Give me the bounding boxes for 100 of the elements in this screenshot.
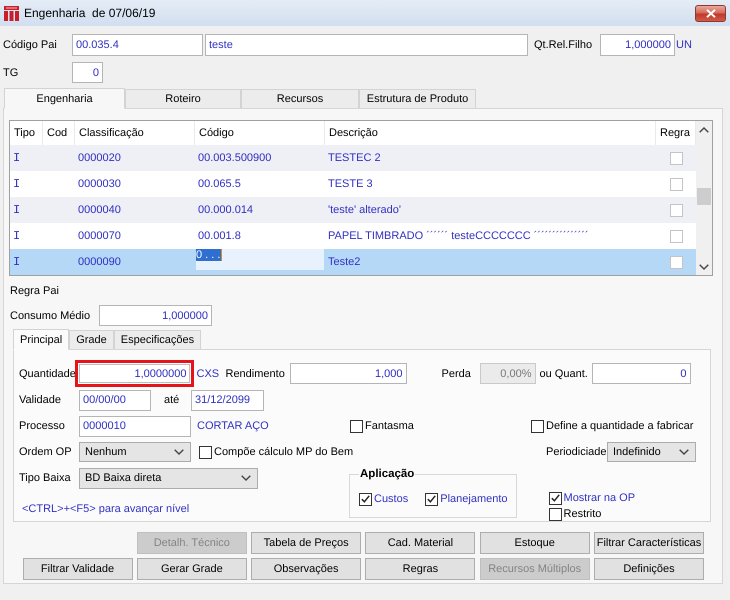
close-icon <box>706 8 716 18</box>
field-label: até <box>164 394 180 406</box>
table-cell-text: 'teste' alterado' <box>327 203 402 218</box>
field-label: Periodiciade <box>546 446 607 458</box>
table-cell-text: TESTEC 2 <box>327 151 382 166</box>
window-title: Engenharia de 07/06/19 <box>24 6 156 20</box>
table-cell-text: 00.000.014 <box>197 203 254 218</box>
table-row[interactable]: I 0000090 0 . . . Teste2 <box>10 249 696 275</box>
input-field[interactable]: 1,0000000 <box>74 360 194 387</box>
field-label: Validade <box>19 394 61 406</box>
checkbox-label: Define a quantidade a fabricar <box>546 420 694 432</box>
close-button[interactable] <box>695 4 726 22</box>
table-cell-text: 0000070 <box>77 229 122 244</box>
chevron-down-icon <box>174 449 184 455</box>
field-label: Tipo Baixa <box>19 472 71 484</box>
field-label: Qt.Rel.Filho <box>534 39 592 51</box>
action-button[interactable]: Gerar Grade <box>136 558 247 580</box>
field-label: ou Quant. <box>540 368 588 380</box>
group-title: Aplicação <box>359 468 416 480</box>
action-button[interactable]: Observações <box>251 558 362 580</box>
tab[interactable]: Grade <box>69 330 114 349</box>
table-cell-text: I <box>12 202 22 219</box>
checkmark-icon <box>361 495 370 503</box>
chevron-up-icon[interactable] <box>699 127 709 133</box>
action-button[interactable]: Estoque <box>480 532 590 554</box>
field-label: Código Pai <box>3 39 57 51</box>
action-button[interactable]: Filtrar Características <box>594 532 704 554</box>
checkbox[interactable] <box>548 508 562 520</box>
checkbox[interactable] <box>359 492 372 506</box>
action-button[interactable]: Definições <box>594 558 704 580</box>
table-cell-text: 00.001.8 <box>197 229 242 244</box>
field-label: Processo <box>19 420 65 432</box>
checkbox-label: Compõe cálculo MP do Bem <box>214 446 354 458</box>
input-field[interactable]: 0000010 <box>79 416 191 436</box>
unit-label: UN <box>676 39 692 51</box>
table-row[interactable]: I 0000020 00.003.500900 TESTEC 2 <box>10 145 696 171</box>
checkbox-label: Restrito <box>564 508 602 520</box>
input-field[interactable]: 1,000 <box>290 363 406 384</box>
hint-text: <CTRL>+<F5> para avançar nível <box>22 503 190 515</box>
chevron-down-icon <box>241 475 251 481</box>
tab[interactable]: Roteiro <box>125 89 241 108</box>
input-field[interactable]: 31/12/2099 <box>191 390 264 410</box>
checkbox-label: Planejamento <box>440 493 508 505</box>
dropdown[interactable]: Indefinido <box>607 442 696 462</box>
action-button[interactable]: Filtrar Validade <box>22 558 133 580</box>
action-button[interactable]: Regras <box>365 558 476 580</box>
table-cell-text: I <box>12 176 22 193</box>
field-label: TG <box>3 66 18 78</box>
checkbox[interactable] <box>425 492 438 506</box>
tab[interactable]: Especificações <box>114 330 202 349</box>
tab[interactable]: Principal <box>13 329 70 350</box>
table-cell-text: 00.065.5 <box>197 177 242 192</box>
chevron-down-icon[interactable] <box>699 264 709 270</box>
chevron-down-icon <box>679 449 689 455</box>
field-label: Consumo Médio <box>10 310 90 322</box>
table-cell-text: I <box>12 228 22 245</box>
scrollbar[interactable] <box>696 121 712 275</box>
table-cell-text: TESTE 3 <box>327 177 374 192</box>
checkbox[interactable] <box>548 492 562 504</box>
input-field[interactable]: 00/00/00 <box>79 390 151 410</box>
logo-icon <box>4 6 19 20</box>
action-button[interactable]: Tabela de Preços <box>251 532 362 554</box>
dropdown[interactable]: BD Baixa direta <box>79 468 258 488</box>
checkbox-label: Custos <box>374 493 408 505</box>
process-description: CORTAR AÇO <box>197 420 269 432</box>
table-cell-text: I <box>12 150 22 167</box>
tab[interactable]: Estrutura de Produto <box>359 89 476 108</box>
table-row[interactable]: I 0000040 00.000.014 'teste' alterado' <box>10 197 696 223</box>
dropdown[interactable]: Nenhum <box>79 442 191 462</box>
input-field[interactable]: 00.035.4 <box>72 34 203 56</box>
checkbox[interactable] <box>350 420 363 432</box>
checkmark-icon <box>427 495 436 503</box>
checkbox-label: Mostrar na OP <box>564 492 636 504</box>
table-cell-text: 0000020 <box>77 151 122 166</box>
code-edit-field[interactable]: 0 . . . <box>196 249 324 270</box>
unit-label: CXS <box>196 368 220 380</box>
field-label: Ordem OP <box>19 446 72 458</box>
input-field[interactable]: 1,000000 <box>99 305 212 326</box>
field-label: Quantidade <box>19 368 76 380</box>
field-label: Perda <box>442 368 471 380</box>
table-cell-text: PAPEL TIMBRADO ´´´´´´ testeCCCCCCC ´´´´´´´´´´´´´´´ <box>327 229 590 244</box>
checkbox[interactable] <box>531 420 544 432</box>
checkbox[interactable] <box>199 446 212 458</box>
table-cell-text: I <box>12 254 22 271</box>
input-field[interactable]: 1,000000 <box>600 34 675 56</box>
table-cell-text: 0000090 <box>77 255 122 270</box>
input-field[interactable]: 0 <box>72 62 103 83</box>
table-cell-text: Teste2 <box>327 255 362 270</box>
checkmark-icon <box>550 494 560 502</box>
checkbox-label: Fantasma <box>365 420 414 432</box>
tab[interactable]: Recursos <box>241 89 359 108</box>
input-field[interactable]: teste <box>205 34 528 56</box>
input-field[interactable]: 0 <box>592 363 690 384</box>
section-label: Regra Pai <box>10 285 59 297</box>
action-button[interactable]: Cad. Material <box>365 532 476 554</box>
tab[interactable]: Engenharia <box>4 88 125 109</box>
table-cell-text: 00.003.500900 <box>197 151 272 166</box>
table-cell-text: 0000030 <box>77 177 122 192</box>
table-cell-text: 0000040 <box>77 203 122 218</box>
scrollbar-thumb[interactable] <box>697 188 711 205</box>
